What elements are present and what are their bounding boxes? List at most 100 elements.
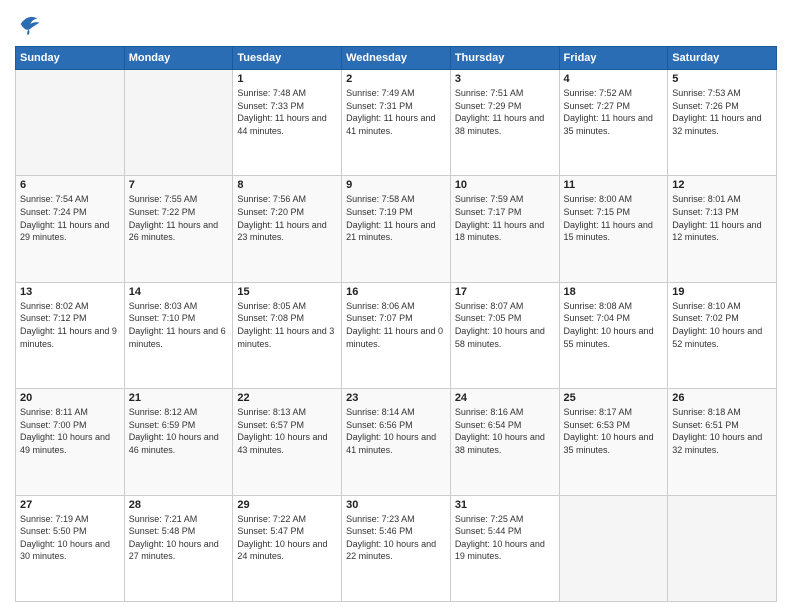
week-row-3: 20 Sunrise: 8:11 AM Sunset: 7:00 PM Dayli…: [16, 389, 777, 495]
day-info: Sunrise: 7:19 AM Sunset: 5:50 PM Dayligh…: [20, 513, 120, 563]
week-row-1: 6Sunrise: 7:54 AM Sunset: 7:24 PM Daylig…: [16, 176, 777, 282]
day-number: 18: [564, 286, 664, 298]
day-info: Sunrise: 8:12 AM Sunset: 6:59 PM Dayligh…: [129, 406, 229, 456]
day-number: 22: [237, 392, 337, 404]
day-info: Sunrise: 7:54 AM Sunset: 7:24 PM Dayligh…: [20, 193, 120, 243]
calendar-cell: 10 Sunrise: 7:59 AM Sunset: 7:17 PM Dayli…: [450, 176, 559, 282]
calendar-cell: 5 Sunrise: 7:53 AM Sunset: 7:26 PM Daylig…: [668, 70, 777, 176]
calendar-cell: 1 Sunrise: 7:48 AM Sunset: 7:33 PM Daylig…: [233, 70, 342, 176]
day-info: Sunrise: 7:25 AM Sunset: 5:44 PM Dayligh…: [455, 513, 555, 563]
day-info: Sunrise: 7:49 AM Sunset: 7:31 PM Dayligh…: [346, 87, 446, 137]
day-number: 15: [237, 286, 337, 298]
calendar-cell: 14 Sunrise: 8:03 AM Sunset: 7:10 PM Dayli…: [124, 282, 233, 388]
calendar-cell: 11Sunrise: 8:00 AM Sunset: 7:15 PM Dayli…: [559, 176, 668, 282]
day-number: 31: [455, 499, 555, 511]
calendar-cell: 18 Sunrise: 8:08 AM Sunset: 7:04 PM Dayli…: [559, 282, 668, 388]
calendar-cell: 3 Sunrise: 7:51 AM Sunset: 7:29 PM Daylig…: [450, 70, 559, 176]
page: SundayMondayTuesdayWednesdayThursdayFrid…: [0, 0, 792, 612]
header: [15, 10, 777, 38]
calendar-cell: 20 Sunrise: 8:11 AM Sunset: 7:00 PM Dayli…: [16, 389, 125, 495]
day-info: Sunrise: 7:22 AM Sunset: 5:47 PM Dayligh…: [237, 513, 337, 563]
day-number: 1: [237, 73, 337, 85]
calendar-cell: 23 Sunrise: 8:14 AM Sunset: 6:56 PM Dayli…: [342, 389, 451, 495]
day-number: 27: [20, 499, 120, 511]
day-number: 10: [455, 179, 555, 191]
day-info: Sunrise: 7:56 AM Sunset: 7:20 PM Dayligh…: [237, 193, 337, 243]
calendar-cell: 28Sunrise: 7:21 AM Sunset: 5:48 PM Dayli…: [124, 495, 233, 601]
day-number: 13: [20, 286, 120, 298]
day-info: Sunrise: 8:16 AM Sunset: 6:54 PM Dayligh…: [455, 406, 555, 456]
day-number: 3: [455, 73, 555, 85]
day-number: 30: [346, 499, 446, 511]
day-number: 14: [129, 286, 229, 298]
calendar-cell: [16, 70, 125, 176]
calendar-cell: [668, 495, 777, 601]
day-info: Sunrise: 8:01 AM Sunset: 7:13 PM Dayligh…: [672, 193, 772, 243]
calendar-cell: 15Sunrise: 8:05 AM Sunset: 7:08 PM Dayli…: [233, 282, 342, 388]
calendar-cell: 4Sunrise: 7:52 AM Sunset: 7:27 PM Daylig…: [559, 70, 668, 176]
calendar-cell: 2 Sunrise: 7:49 AM Sunset: 7:31 PM Daylig…: [342, 70, 451, 176]
day-number: 25: [564, 392, 664, 404]
calendar-cell: 13 Sunrise: 8:02 AM Sunset: 7:12 PM Dayli…: [16, 282, 125, 388]
day-info: Sunrise: 8:14 AM Sunset: 6:56 PM Dayligh…: [346, 406, 446, 456]
day-info: Sunrise: 7:48 AM Sunset: 7:33 PM Dayligh…: [237, 87, 337, 137]
week-row-2: 13 Sunrise: 8:02 AM Sunset: 7:12 PM Dayli…: [16, 282, 777, 388]
calendar-cell: [124, 70, 233, 176]
day-info: Sunrise: 8:06 AM Sunset: 7:07 PM Dayligh…: [346, 300, 446, 350]
calendar-cell: 22Sunrise: 8:13 AM Sunset: 6:57 PM Dayli…: [233, 389, 342, 495]
weekday-header-monday: Monday: [124, 47, 233, 70]
day-info: Sunrise: 8:02 AM Sunset: 7:12 PM Dayligh…: [20, 300, 120, 350]
calendar-cell: 19 Sunrise: 8:10 AM Sunset: 7:02 PM Dayli…: [668, 282, 777, 388]
day-info: Sunrise: 8:18 AM Sunset: 6:51 PM Dayligh…: [672, 406, 772, 456]
day-info: Sunrise: 8:08 AM Sunset: 7:04 PM Dayligh…: [564, 300, 664, 350]
calendar-cell: [559, 495, 668, 601]
day-info: Sunrise: 7:55 AM Sunset: 7:22 PM Dayligh…: [129, 193, 229, 243]
day-info: Sunrise: 8:17 AM Sunset: 6:53 PM Dayligh…: [564, 406, 664, 456]
day-info: Sunrise: 8:07 AM Sunset: 7:05 PM Dayligh…: [455, 300, 555, 350]
weekday-header-tuesday: Tuesday: [233, 47, 342, 70]
day-info: Sunrise: 7:23 AM Sunset: 5:46 PM Dayligh…: [346, 513, 446, 563]
day-number: 19: [672, 286, 772, 298]
day-number: 28: [129, 499, 229, 511]
calendar-cell: 21 Sunrise: 8:12 AM Sunset: 6:59 PM Dayli…: [124, 389, 233, 495]
day-number: 21: [129, 392, 229, 404]
calendar-cell: 16 Sunrise: 8:06 AM Sunset: 7:07 PM Dayli…: [342, 282, 451, 388]
logo-icon: [15, 10, 43, 38]
calendar-cell: 12 Sunrise: 8:01 AM Sunset: 7:13 PM Dayli…: [668, 176, 777, 282]
weekday-header-sunday: Sunday: [16, 47, 125, 70]
weekday-header-row: SundayMondayTuesdayWednesdayThursdayFrid…: [16, 47, 777, 70]
day-number: 16: [346, 286, 446, 298]
weekday-header-wednesday: Wednesday: [342, 47, 451, 70]
day-number: 23: [346, 392, 446, 404]
calendar-cell: 25 Sunrise: 8:17 AM Sunset: 6:53 PM Dayli…: [559, 389, 668, 495]
calendar-cell: 26 Sunrise: 8:18 AM Sunset: 6:51 PM Dayli…: [668, 389, 777, 495]
day-info: Sunrise: 8:10 AM Sunset: 7:02 PM Dayligh…: [672, 300, 772, 350]
day-info: Sunrise: 7:51 AM Sunset: 7:29 PM Dayligh…: [455, 87, 555, 137]
week-row-0: 1 Sunrise: 7:48 AM Sunset: 7:33 PM Daylig…: [16, 70, 777, 176]
weekday-header-friday: Friday: [559, 47, 668, 70]
day-info: Sunrise: 7:52 AM Sunset: 7:27 PM Dayligh…: [564, 87, 664, 137]
calendar-cell: 27 Sunrise: 7:19 AM Sunset: 5:50 PM Dayli…: [16, 495, 125, 601]
calendar-cell: 24 Sunrise: 8:16 AM Sunset: 6:54 PM Dayli…: [450, 389, 559, 495]
day-number: 29: [237, 499, 337, 511]
day-info: Sunrise: 7:53 AM Sunset: 7:26 PM Dayligh…: [672, 87, 772, 137]
calendar-cell: 6Sunrise: 7:54 AM Sunset: 7:24 PM Daylig…: [16, 176, 125, 282]
calendar-cell: 7 Sunrise: 7:55 AM Sunset: 7:22 PM Daylig…: [124, 176, 233, 282]
day-info: Sunrise: 7:58 AM Sunset: 7:19 PM Dayligh…: [346, 193, 446, 243]
day-number: 20: [20, 392, 120, 404]
day-number: 26: [672, 392, 772, 404]
day-number: 24: [455, 392, 555, 404]
day-info: Sunrise: 8:11 AM Sunset: 7:00 PM Dayligh…: [20, 406, 120, 456]
day-number: 12: [672, 179, 772, 191]
calendar-cell: 17Sunrise: 8:07 AM Sunset: 7:05 PM Dayli…: [450, 282, 559, 388]
calendar-cell: 29 Sunrise: 7:22 AM Sunset: 5:47 PM Dayli…: [233, 495, 342, 601]
day-info: Sunrise: 8:03 AM Sunset: 7:10 PM Dayligh…: [129, 300, 229, 350]
logo: [15, 10, 47, 38]
day-number: 2: [346, 73, 446, 85]
week-row-4: 27 Sunrise: 7:19 AM Sunset: 5:50 PM Dayli…: [16, 495, 777, 601]
day-number: 5: [672, 73, 772, 85]
day-number: 7: [129, 179, 229, 191]
day-info: Sunrise: 8:00 AM Sunset: 7:15 PM Dayligh…: [564, 193, 664, 243]
calendar-cell: 9Sunrise: 7:58 AM Sunset: 7:19 PM Daylig…: [342, 176, 451, 282]
day-info: Sunrise: 7:59 AM Sunset: 7:17 PM Dayligh…: [455, 193, 555, 243]
